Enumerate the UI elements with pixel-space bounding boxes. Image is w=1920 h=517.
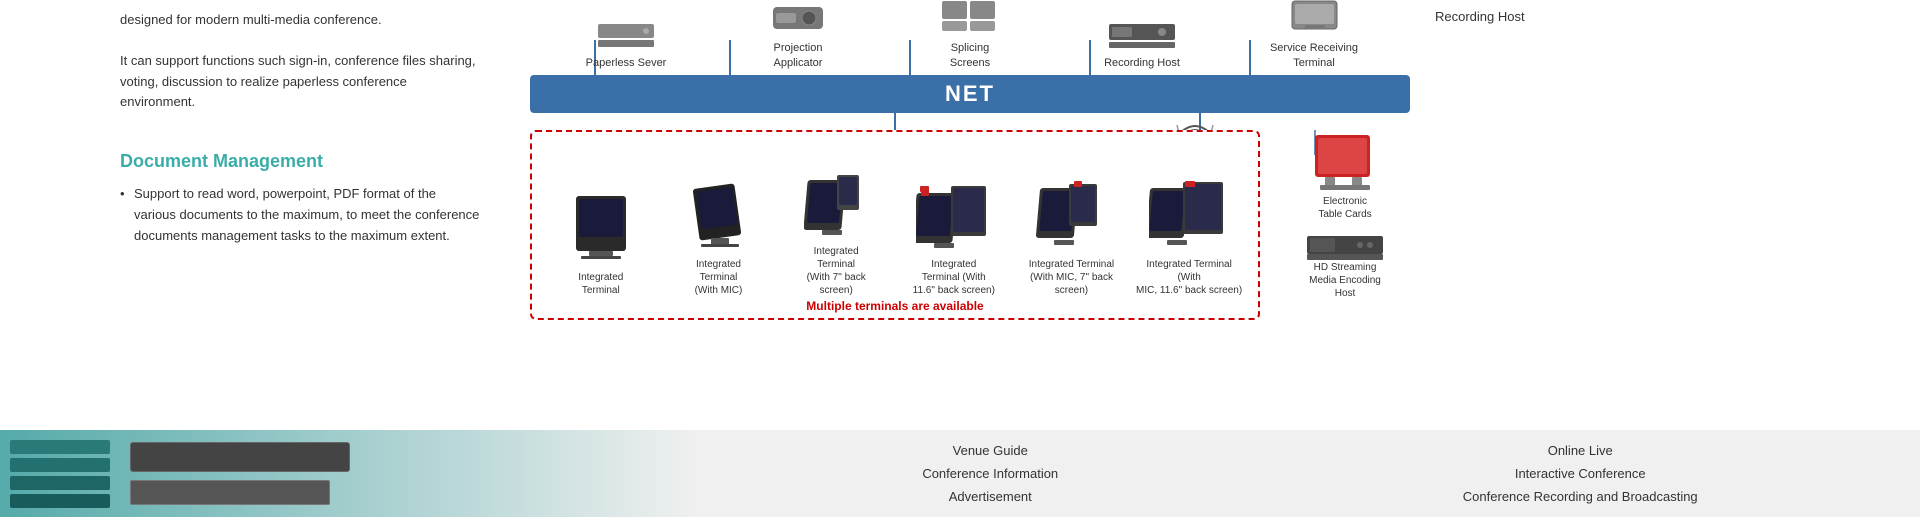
- dotted-box: IntegratedTerminal IntegratedTerminal(Wi…: [530, 130, 1260, 320]
- bottom-nav: Venue Guide Conference Information Adver…: [700, 435, 1920, 512]
- terminal-1: IntegratedTerminal: [546, 191, 656, 297]
- right-device-label: HD StreamingMedia EncodingHost: [1309, 261, 1381, 300]
- net-bar: NET: [530, 75, 1410, 113]
- terminal-mic-7back-icon: [1036, 178, 1106, 258]
- bottom-image-area: [0, 430, 700, 517]
- terminal-mic-116back-icon: [1149, 178, 1229, 258]
- device-label: ProjectionApplicator: [774, 41, 823, 70]
- top-devices-row: Paperless Sever ProjectionApplicator: [520, 0, 1420, 70]
- terminal-label: Integrated Terminal(With MIC, 7" backscr…: [1029, 258, 1114, 297]
- nav-item[interactable]: Online Live: [1463, 443, 1698, 458]
- bottom-band: Venue Guide Conference Information Adver…: [0, 430, 1920, 517]
- intro-text2: It can support functions such sign-in, c…: [120, 51, 480, 113]
- device-splicing: SplicingScreens: [920, 0, 1020, 70]
- terminal-label: IntegratedTerminal: [578, 271, 623, 297]
- projector-icon: [771, 0, 826, 34]
- device-label: Service ReceivingTerminal: [1270, 41, 1358, 70]
- terminal-2: IntegratedTerminal(With MIC): [663, 178, 773, 297]
- recording-host-icon: [1107, 19, 1177, 49]
- terminal-4: IntegratedTerminal (With11.6" back scree…: [899, 178, 1009, 297]
- rack-unit-1: [130, 442, 350, 472]
- nav-col-2: Online Live Interactive Conference Confe…: [1463, 443, 1698, 504]
- terminal-label: Integrated Terminal (WithMIC, 11.6" back…: [1134, 258, 1244, 297]
- nav-item[interactable]: Advertisement: [922, 489, 1058, 504]
- device-label: Paperless Sever: [586, 56, 667, 70]
- bullet-item: Support to read word, powerpoint, PDF fo…: [120, 184, 480, 246]
- nav-item[interactable]: Venue Guide: [922, 443, 1058, 458]
- electronic-table-icon: [1310, 130, 1380, 195]
- device-label: Recording Host: [1104, 56, 1180, 70]
- hd-streaming-host: HD StreamingMedia EncodingHost: [1275, 231, 1415, 300]
- right-device-label: ElectronicTable Cards: [1318, 195, 1371, 221]
- terminal-3: IntegratedTerminal(With 7" backscreen): [781, 165, 891, 297]
- terminal-label: IntegratedTerminal (With11.6" back scree…: [913, 258, 995, 297]
- device-service-terminal: Service ReceivingTerminal: [1264, 0, 1364, 70]
- terminal-label: IntegratedTerminal(With MIC): [695, 258, 743, 297]
- device-paperless-server: Paperless Sever: [576, 19, 676, 70]
- intro-text: designed for modern multi-media conferen…: [120, 10, 480, 31]
- terminals-row: IntegratedTerminal IntegratedTerminal(Wi…: [532, 132, 1258, 302]
- terminal-7back-icon: [804, 165, 869, 245]
- terminal-116back-icon: [916, 178, 991, 258]
- terminal-mic-icon: [686, 178, 751, 258]
- section-title: Document Management: [120, 151, 480, 172]
- right-panel: Recording Host: [1420, 0, 1920, 430]
- multiple-available-label: Multiple terminals are available: [532, 299, 1258, 313]
- device-recording-host: Recording Host: [1092, 19, 1192, 70]
- net-label: NET: [945, 81, 995, 107]
- hd-streaming-icon: [1305, 231, 1385, 261]
- diagram-area: Paperless Sever ProjectionApplicator: [520, 0, 1420, 430]
- device-projection: ProjectionApplicator: [748, 0, 848, 70]
- nav-item[interactable]: Conference Information: [922, 466, 1058, 481]
- device-label: SplicingScreens: [950, 41, 990, 70]
- server-icon: [596, 19, 656, 49]
- storage-icon: [10, 439, 110, 509]
- terminal-plain-icon: [571, 191, 631, 271]
- left-panel: designed for modern multi-media conferen…: [0, 0, 520, 430]
- nav-item[interactable]: Conference Recording and Broadcasting: [1463, 489, 1698, 504]
- terminal-6: Integrated Terminal (WithMIC, 11.6" back…: [1134, 178, 1244, 297]
- electronic-table-cards: ElectronicTable Cards: [1275, 130, 1415, 221]
- nav-item[interactable]: Interactive Conference: [1463, 466, 1698, 481]
- right-devices: ElectronicTable Cards HD StreamingMedia …: [1275, 130, 1415, 310]
- service-terminal-icon: [1287, 0, 1342, 34]
- terminal-5: Integrated Terminal(With MIC, 7" backscr…: [1016, 178, 1126, 297]
- terminal-label: IntegratedTerminal(With 7" backscreen): [807, 245, 866, 297]
- splicing-icon: [940, 0, 1000, 34]
- recording-host-label: Recording Host: [1435, 9, 1525, 24]
- rack-unit-2: [130, 480, 330, 505]
- nav-col-1: Venue Guide Conference Information Adver…: [922, 443, 1058, 504]
